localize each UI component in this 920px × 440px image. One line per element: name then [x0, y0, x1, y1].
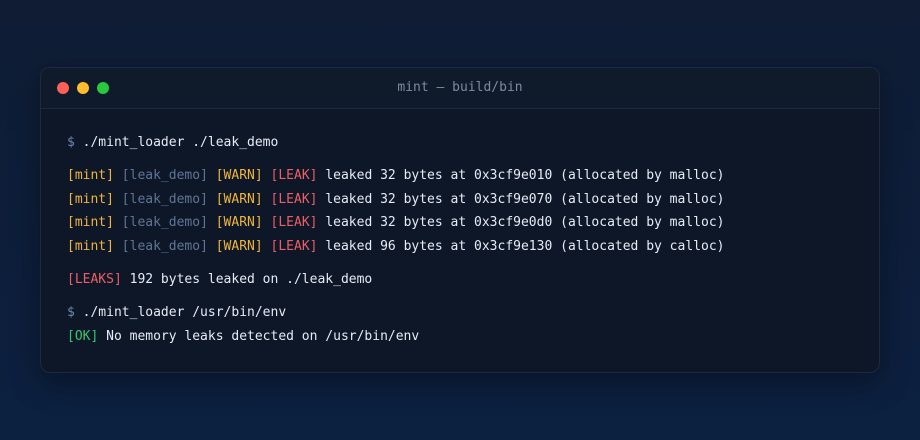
ok-line: [OK] No memory leaks detected on /usr/bi…	[67, 329, 419, 345]
leak-tag: [LEAK]	[270, 215, 318, 230]
title-bar: mint — build/bin	[41, 68, 879, 109]
leak-tag: [LEAK]	[270, 168, 318, 183]
window-title: mint — build/bin	[397, 80, 523, 95]
leak-tag: [LEAK]	[270, 239, 318, 254]
mint-tag: [mint]	[67, 192, 114, 207]
log-message: leaked 32 bytes at 0x3cf9e010 (allocated…	[325, 168, 725, 183]
program-tag: [leak_demo]	[121, 192, 208, 207]
mint-tag: [mint]	[67, 215, 114, 230]
log-line: [mint] [leak_demo] [WARN] [LEAK] leaked …	[67, 239, 724, 255]
program-tag: [leak_demo]	[121, 168, 208, 183]
mint-tag: [mint]	[67, 239, 114, 254]
command-line: $ ./mint_loader /usr/bin/env	[67, 305, 286, 321]
summary-message: 192 bytes leaked on ./leak_demo	[129, 272, 373, 287]
leak-tag: [LEAK]	[270, 192, 318, 207]
ok-tag: [OK]	[67, 329, 99, 344]
warn-tag: [WARN]	[215, 192, 263, 207]
prompt-symbol: $	[67, 305, 75, 320]
log-line: [mint] [leak_demo] [WARN] [LEAK] leaked …	[67, 192, 724, 208]
command-line: $ ./mint_loader ./leak_demo	[67, 135, 278, 151]
log-message: leaked 96 bytes at 0x3cf9e130 (allocated…	[325, 239, 725, 254]
warn-tag: [WARN]	[215, 215, 263, 230]
command-text: ./mint_loader /usr/bin/env	[82, 305, 287, 320]
command-text: ./mint_loader ./leak_demo	[82, 135, 279, 150]
ok-message: No memory leaks detected on /usr/bin/env	[106, 329, 420, 344]
log-line: [mint] [leak_demo] [WARN] [LEAK] leaked …	[67, 168, 724, 184]
warn-tag: [WARN]	[215, 168, 263, 183]
log-message: leaked 32 bytes at 0x3cf9e070 (allocated…	[325, 192, 725, 207]
log-line: [mint] [leak_demo] [WARN] [LEAK] leaked …	[67, 215, 724, 231]
prompt-symbol: $	[67, 135, 75, 150]
leaks-tag: [LEAKS]	[67, 272, 122, 287]
mint-tag: [mint]	[67, 168, 114, 183]
program-tag: [leak_demo]	[121, 215, 208, 230]
warn-tag: [WARN]	[215, 239, 263, 254]
summary-line: [LEAKS] 192 bytes leaked on ./leak_demo	[67, 272, 372, 288]
program-tag: [leak_demo]	[121, 239, 208, 254]
terminal-window: mint — build/bin $ ./mint_loader ./leak_…	[40, 67, 880, 373]
log-message: leaked 32 bytes at 0x3cf9e0d0 (allocated…	[325, 215, 725, 230]
